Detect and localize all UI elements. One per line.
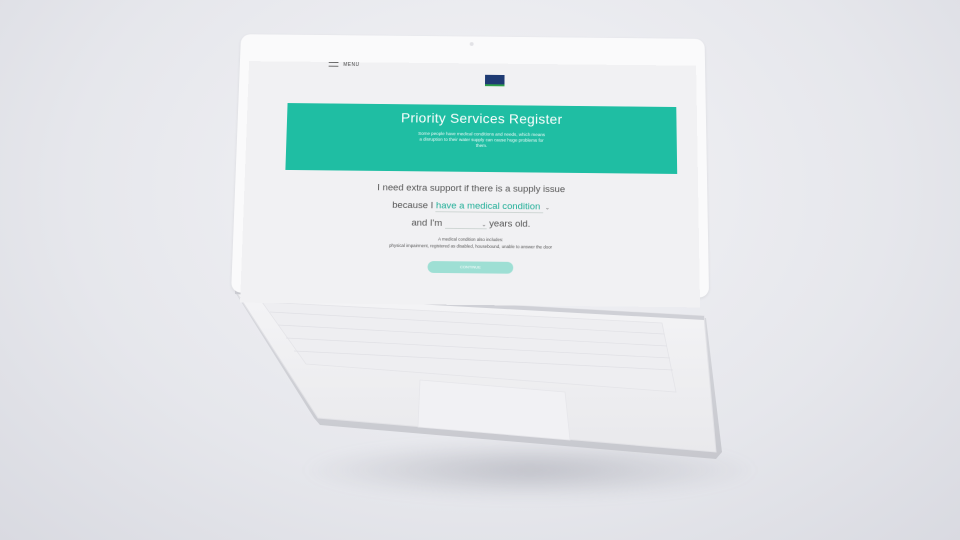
reason-select[interactable]: have a medical condition (435, 200, 543, 214)
hero-subtitle: Some people have medical conditions and … (418, 131, 546, 148)
continue-button[interactable]: CONTINUE (427, 261, 514, 274)
page-title: Priority Services Register (400, 109, 563, 127)
reason-value: have a medical condition (435, 200, 541, 213)
line3-prefix: and I'm (411, 217, 443, 229)
menu-button[interactable]: MENU (329, 62, 360, 68)
camera-icon (469, 42, 474, 46)
form-line-3: and I'm ⌄ years old. (243, 216, 699, 231)
top-bar: MENU (248, 61, 696, 90)
chevron-down-icon: ⌄ (544, 205, 550, 212)
age-select[interactable]: ⌄ (444, 221, 487, 230)
medical-note: A medical condition also includes: physi… (242, 234, 699, 252)
menu-label: MENU (343, 62, 360, 68)
form-line-2: because I have a medical condition ⌄ (244, 199, 699, 214)
hero-banner: Priority Services Register Some people h… (285, 103, 678, 174)
brand-logo (484, 74, 505, 87)
screen: MENU Priority Services Register Some peo… (240, 61, 701, 308)
line3-suffix: years old. (489, 218, 531, 230)
hamburger-icon (329, 62, 339, 68)
support-form: I need extra support if there is a suppl… (241, 181, 699, 276)
line2-prefix: because I (392, 200, 434, 212)
form-line-1: I need extra support if there is a suppl… (377, 182, 566, 196)
chevron-down-icon: ⌄ (481, 222, 487, 229)
